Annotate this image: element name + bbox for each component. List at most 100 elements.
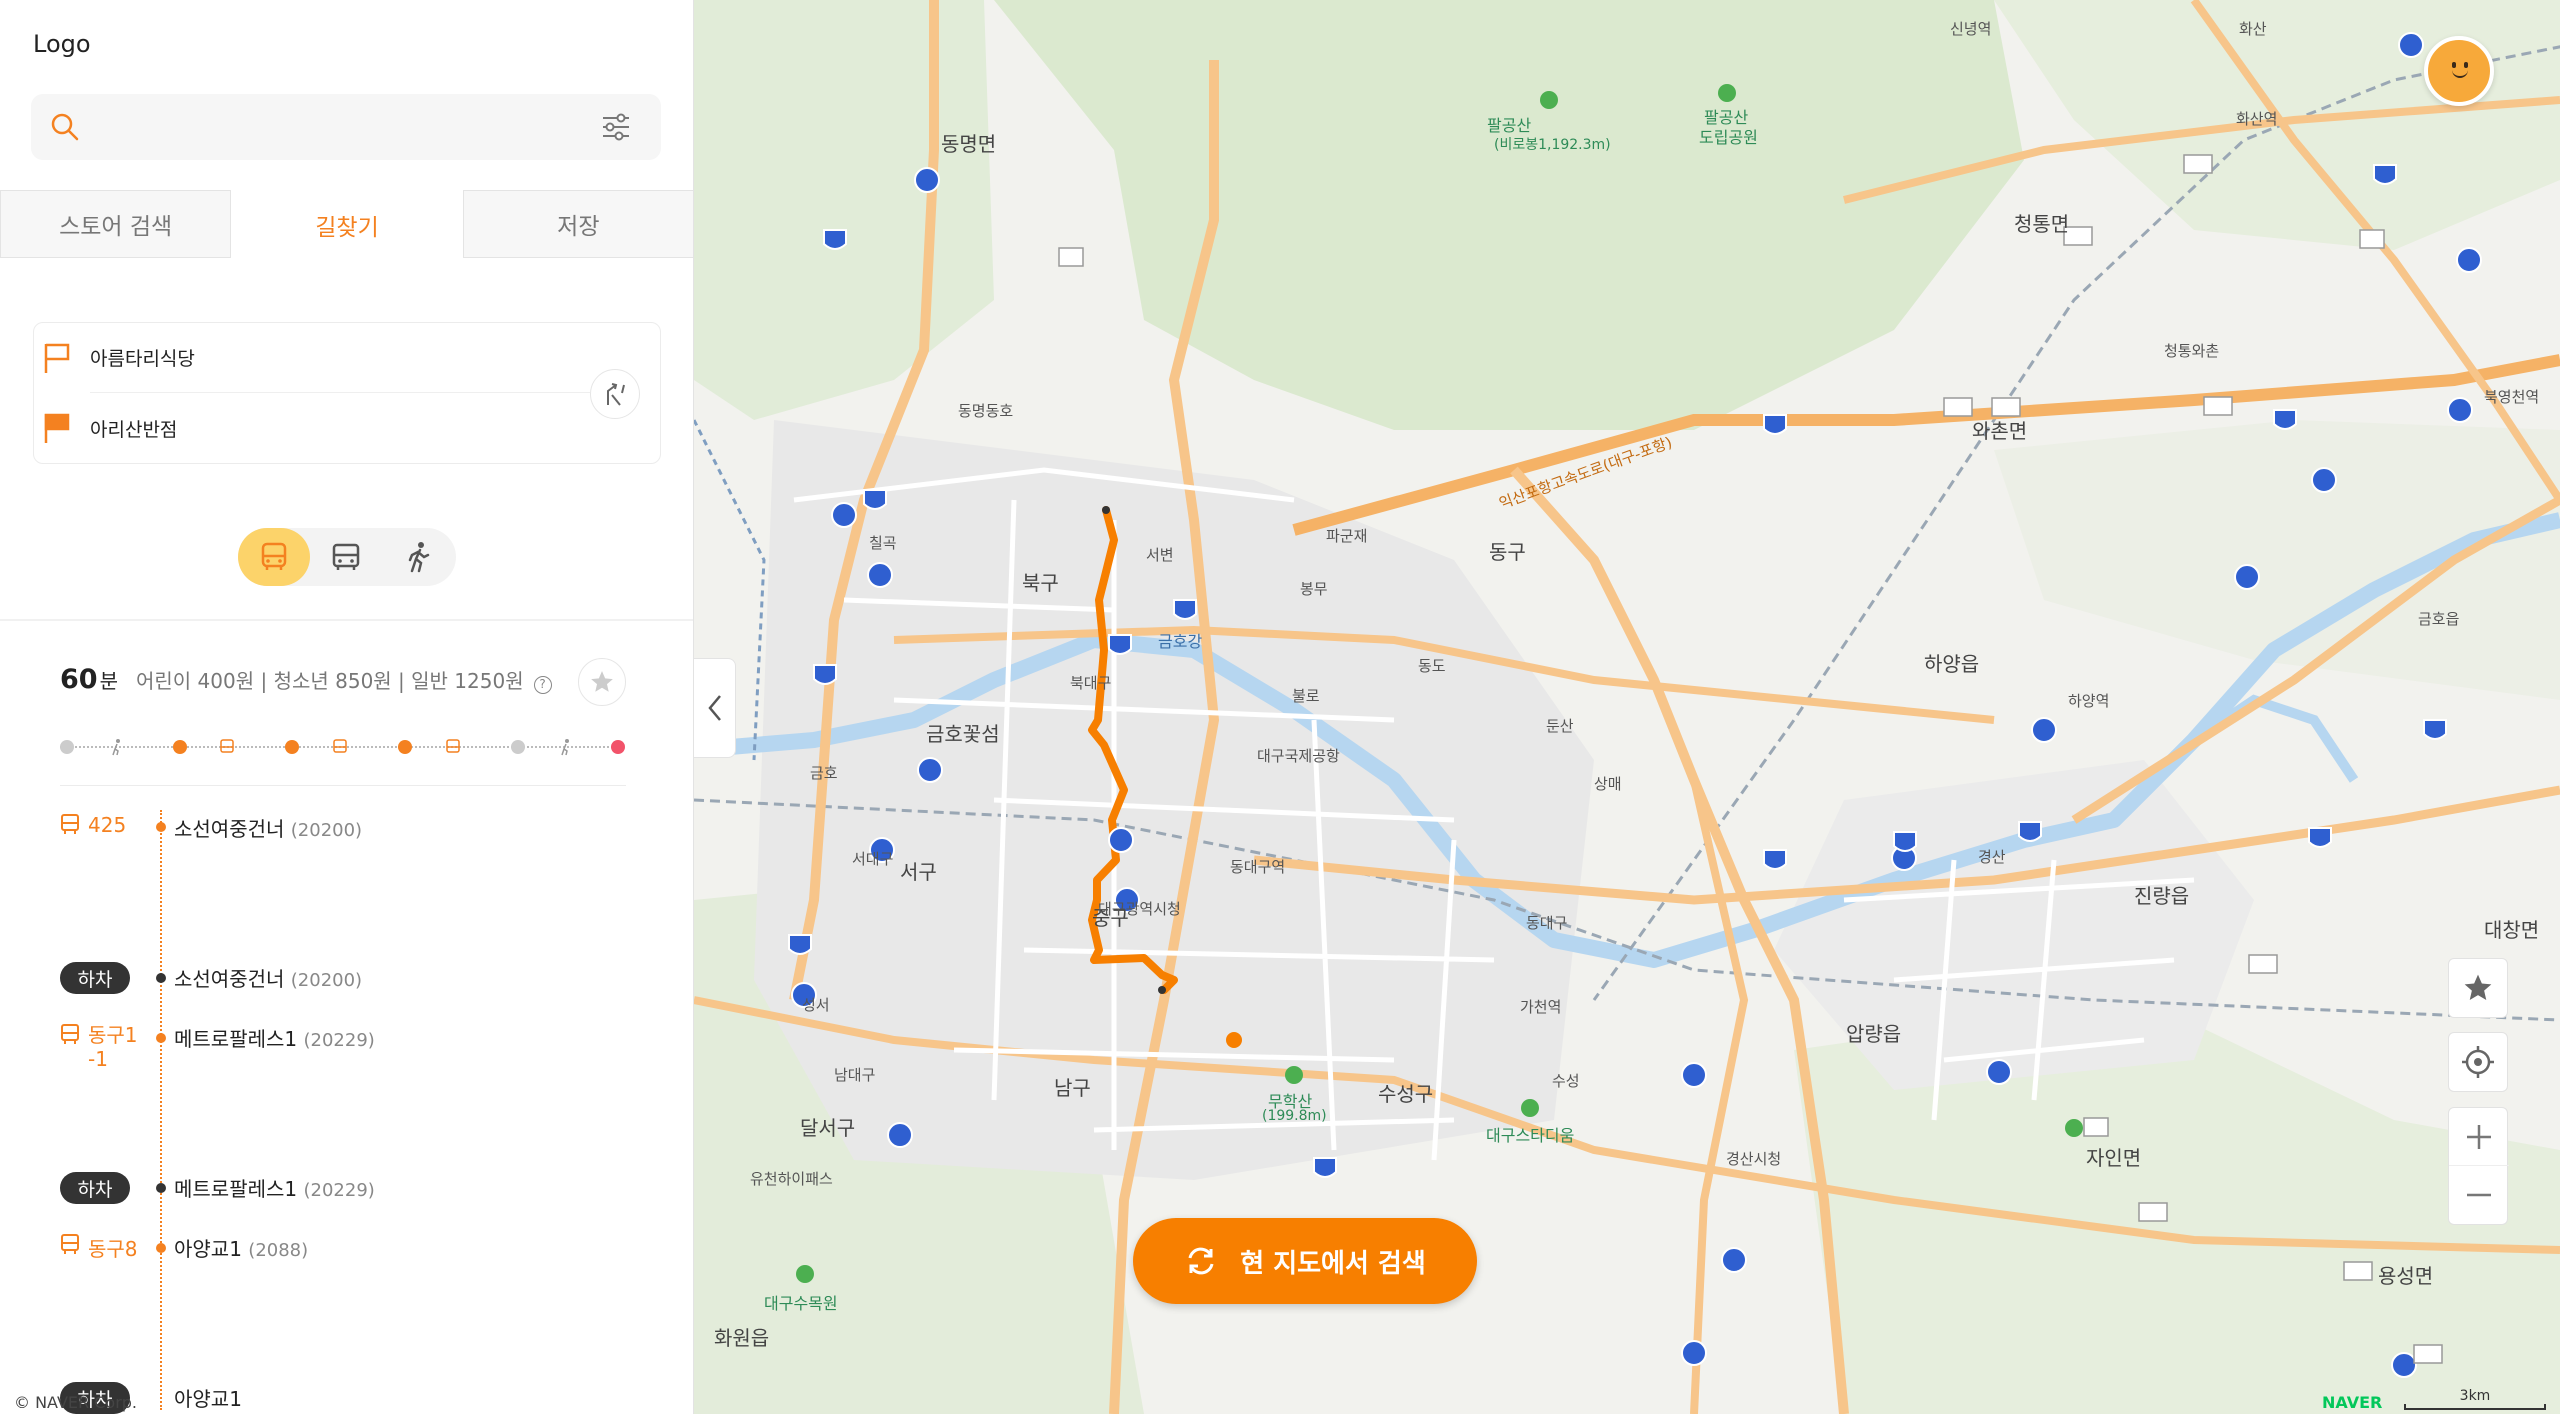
mode-bus-button[interactable] bbox=[310, 528, 382, 586]
map-label: 하양읍 bbox=[1924, 652, 1980, 676]
result-summary: 60 분 어린이 400원 | 청소년 850원 | 일반 1250원 ? bbox=[60, 664, 552, 695]
stop-name[interactable]: 소선여중건너 (20200) bbox=[174, 963, 362, 992]
avatar-eye bbox=[2452, 62, 2456, 68]
map-label: 남구 bbox=[1054, 1076, 1091, 1100]
map-label: 와촌면 bbox=[1972, 419, 2028, 443]
map-label: 대구광역시청 bbox=[1098, 900, 1181, 918]
mode-walk-button[interactable] bbox=[383, 528, 455, 586]
stop-name[interactable]: 메트로팔레스1 (20229) bbox=[174, 1173, 375, 1202]
leg-bus-label[interactable]: 동구8 bbox=[60, 1233, 138, 1262]
filter-icon[interactable] bbox=[599, 110, 633, 144]
stop-name[interactable]: 소선여중건너 (20200) bbox=[174, 813, 362, 842]
map-label: 대구수목원 bbox=[764, 1294, 838, 1313]
zoom-in-button[interactable] bbox=[2449, 1108, 2509, 1166]
map-label: 동대구 bbox=[1526, 914, 1568, 932]
map-label: 북영천역 bbox=[2484, 388, 2540, 406]
section-divider bbox=[0, 619, 693, 621]
duration-unit: 분 bbox=[99, 669, 118, 693]
app-root: Logo 스토어 검색 길찾기 저장 아름타리식당 아리산반점 60 분 어린이… bbox=[0, 0, 2560, 1414]
zoom-out-button[interactable] bbox=[2449, 1166, 2509, 1224]
walk-mini-icon bbox=[112, 739, 120, 756]
map-label: 자인면 bbox=[2086, 1146, 2142, 1170]
locate-icon bbox=[2462, 1046, 2494, 1078]
info-icon[interactable]: ? bbox=[533, 676, 552, 694]
stop-title: 소선여중건너 bbox=[174, 817, 285, 841]
tab-saved[interactable]: 저장 bbox=[462, 190, 693, 258]
map-label: 파군재 bbox=[1326, 527, 1368, 545]
stop-title: 소선여중건너 bbox=[174, 967, 285, 991]
mode-transit-button[interactable] bbox=[238, 528, 310, 586]
search-icon[interactable] bbox=[49, 111, 81, 143]
timeline-dot bbox=[156, 1183, 166, 1193]
map-label: 화산 bbox=[2239, 20, 2267, 38]
search-input[interactable] bbox=[101, 108, 581, 146]
segment-start-dot bbox=[60, 740, 74, 754]
destination-flag-icon bbox=[44, 413, 70, 443]
segment-bus-dot-2 bbox=[285, 740, 299, 754]
swap-route-button[interactable] bbox=[590, 369, 640, 419]
timeline-dot bbox=[156, 973, 166, 983]
walk-mini-icon-2 bbox=[561, 739, 569, 756]
chevron-left-icon bbox=[707, 695, 721, 721]
origin-field[interactable]: 아름타리식당 bbox=[90, 323, 590, 393]
tab-directions[interactable]: 길찾기 bbox=[231, 190, 463, 258]
map-label: 동명동호 bbox=[958, 402, 1014, 420]
map-label: 북대구 bbox=[1070, 674, 1112, 692]
destination-field[interactable]: 아리산반점 bbox=[90, 393, 590, 463]
scale-label: 3km bbox=[2459, 1388, 2491, 1404]
map-label: 압량읍 bbox=[1846, 1022, 1902, 1046]
bus-mini-icon-1 bbox=[220, 739, 234, 753]
map-label: 칠곡 bbox=[869, 534, 897, 552]
collapse-sidebar-button[interactable] bbox=[694, 658, 736, 758]
stop-title: 아양교1 bbox=[174, 1237, 242, 1261]
stop-title: 메트로팔레스1 bbox=[174, 1027, 298, 1051]
map-label: 금호꽃섬 bbox=[926, 722, 1000, 746]
map-label: 불로 bbox=[1292, 687, 1320, 705]
logo[interactable]: Logo bbox=[33, 30, 91, 58]
map-label: 경산 bbox=[1978, 848, 2006, 866]
stop-name[interactable]: 아양교1 bbox=[174, 1383, 242, 1412]
map-label: 서대구 bbox=[852, 850, 894, 868]
destination-text: 아리산반점 bbox=[90, 418, 178, 441]
map-label: 북구 bbox=[1022, 571, 1059, 595]
stop-name[interactable]: 메트로팔레스1 (20229) bbox=[174, 1023, 375, 1052]
tab-store-search[interactable]: 스토어 검색 bbox=[0, 190, 232, 258]
map-canvas[interactable]: 동명면 팔공산 (비로봉1,192.3m) 팔공산 도립공원 신녕역 화산 화산… bbox=[694, 0, 2560, 1414]
bus-icon bbox=[261, 542, 287, 570]
segment-bus-dot-1 bbox=[173, 740, 187, 754]
plus-icon bbox=[2467, 1124, 2491, 1149]
fare-text: 어린이 400원 | 청소년 850원 | 일반 1250원 bbox=[135, 669, 524, 693]
map-label: 달서구 bbox=[800, 1116, 856, 1140]
map-label: 청통면 bbox=[2014, 212, 2070, 236]
segment-walk-dot bbox=[511, 740, 525, 754]
scale-bar bbox=[2404, 1404, 2546, 1410]
search-this-area-button[interactable]: 현 지도에서 검색 bbox=[1133, 1218, 1477, 1304]
list-separator bbox=[60, 785, 626, 786]
bus-number: 동구1-1 bbox=[88, 1023, 138, 1071]
itinerary-timeline bbox=[160, 810, 162, 1410]
alight-badge: 하차 bbox=[60, 1172, 130, 1204]
map-label: 둔산 bbox=[1546, 717, 1574, 735]
refresh-icon bbox=[1188, 1247, 1214, 1275]
favorite-route-button[interactable] bbox=[578, 658, 626, 706]
map-label: (199.8m) bbox=[1262, 1108, 1327, 1124]
map-scale: 3km bbox=[2404, 1388, 2546, 1410]
map-label: 수성구 bbox=[1378, 1082, 1434, 1106]
user-avatar[interactable] bbox=[2424, 36, 2494, 106]
map-label: 도립공원 bbox=[1699, 128, 1758, 147]
my-location-button[interactable] bbox=[2448, 1032, 2508, 1092]
origin-text: 아름타리식당 bbox=[90, 348, 195, 370]
naver-brand: NAVER bbox=[2322, 1393, 2383, 1412]
minus-icon bbox=[2467, 1193, 2491, 1197]
leg-bus-label[interactable]: 425 bbox=[60, 813, 138, 837]
map-label: 경산시청 bbox=[1726, 1150, 1782, 1168]
star-icon bbox=[2464, 974, 2492, 1000]
segment-bus-dot-3 bbox=[398, 740, 412, 754]
stop-name[interactable]: 아양교1 (2088) bbox=[174, 1233, 308, 1262]
search-box[interactable] bbox=[31, 94, 661, 160]
map-favorites-button[interactable] bbox=[2448, 958, 2508, 1018]
leg-bus-label[interactable]: 동구1-1 bbox=[60, 1023, 144, 1071]
map-label: 가천역 bbox=[1520, 998, 1562, 1016]
walk-icon bbox=[408, 542, 430, 573]
copyright: © NAVER Corp. bbox=[14, 1393, 138, 1412]
